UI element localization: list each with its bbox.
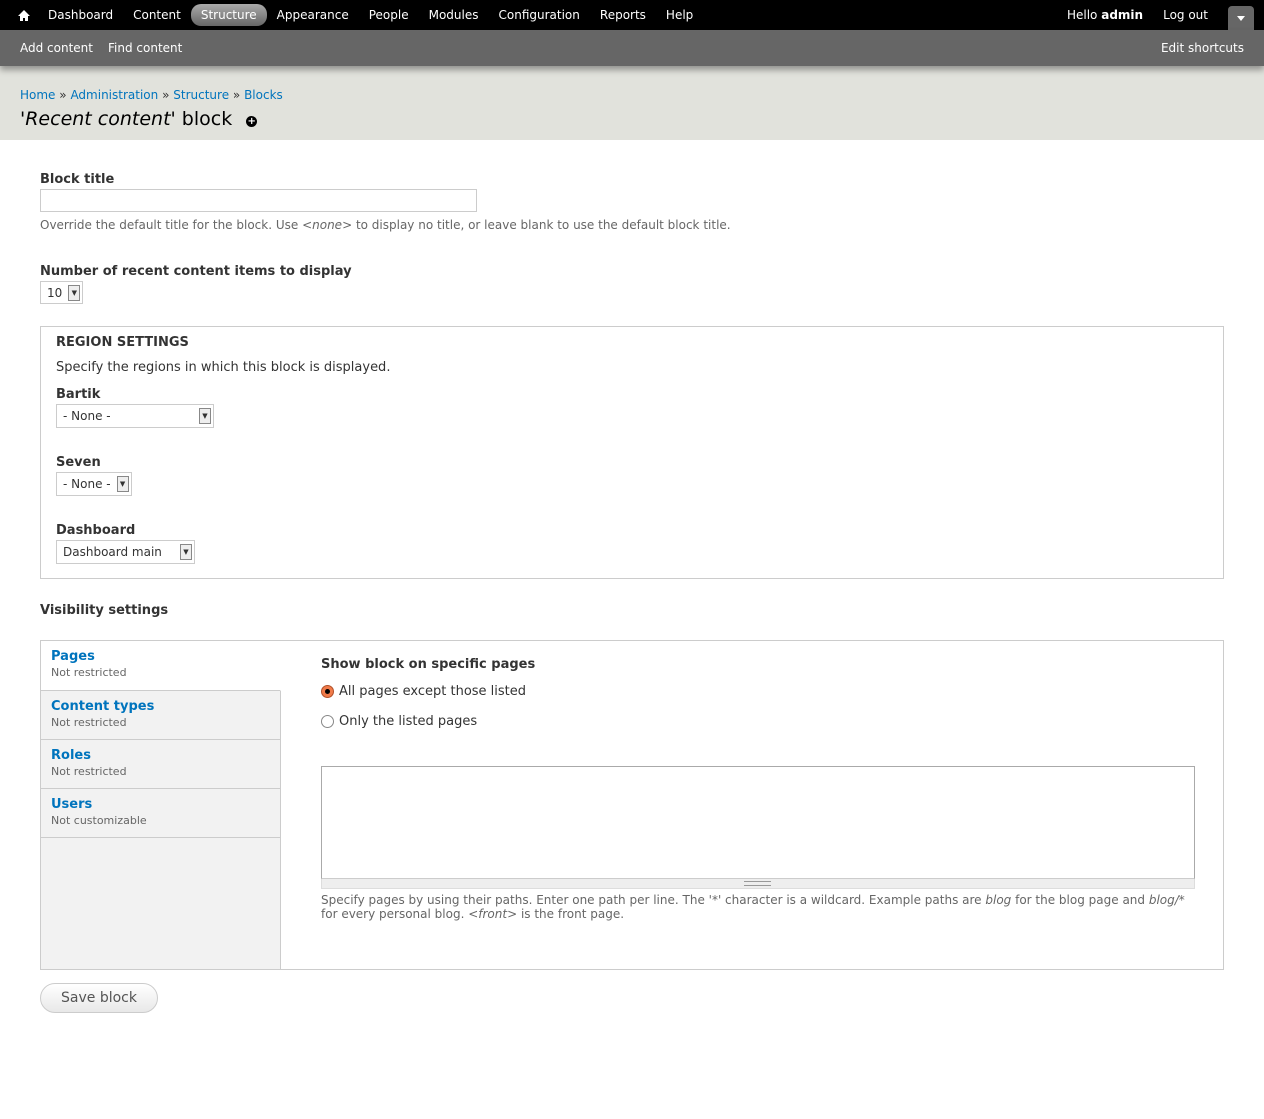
desc-em: <none> [302, 218, 353, 232]
pages-textarea[interactable] [321, 766, 1195, 879]
visibility-vertical-tabs: Pages Not restricted Content types Not res… [40, 640, 1224, 970]
toolbar-content[interactable]: Content [123, 4, 191, 26]
breadcrumb-home[interactable]: Home [20, 88, 55, 102]
edit-shortcuts-link[interactable]: Edit shortcuts [1161, 41, 1244, 55]
user-greeting: Hello admin [1067, 8, 1143, 22]
dashboard-region-select[interactable]: Dashboard main ▼ [56, 540, 195, 564]
seven-label: Seven [56, 455, 101, 470]
dashboard-value: Dashboard main [63, 545, 162, 559]
help-text: is the front page. [517, 907, 625, 921]
logout-link[interactable]: Log out [1163, 8, 1208, 22]
shortcut-add-content[interactable]: Add content [20, 41, 93, 55]
page-title: ' Recent content ' block + [20, 108, 1244, 130]
toolbar-people[interactable]: People [359, 4, 419, 26]
block-title-description: Override the default title for the block… [40, 218, 1224, 232]
tab-title: Users [51, 797, 93, 812]
tab-summary: Not restricted [51, 666, 127, 679]
shortcut-find-content[interactable]: Find content [108, 41, 182, 55]
shortcuts-toggle-button[interactable] [1228, 6, 1254, 30]
region-settings-legend: Region settings [56, 335, 189, 350]
bartik-value: - None - [63, 409, 111, 423]
radio-checked-icon [321, 684, 334, 698]
title-block-name: Recent content [25, 108, 171, 130]
tab-summary: Not restricted [51, 716, 127, 729]
dropdown-arrow-icon: ▼ [68, 284, 81, 301]
block-form: Block title Override the default title f… [0, 140, 1264, 1043]
chevron-down-icon [1237, 15, 1245, 21]
dropdown-arrow-icon: ▼ [199, 408, 211, 424]
toolbar-modules[interactable]: Modules [419, 4, 489, 26]
tab-content-types[interactable]: Content types Not restricted [41, 691, 280, 740]
admin-toolbar: Dashboard Content Structure Appearance P… [0, 0, 1264, 30]
region-settings-description: Specify the regions in which this block … [56, 360, 391, 375]
tab-users[interactable]: Users Not customizable [41, 789, 280, 838]
count-value: 10 [47, 285, 63, 300]
toolbar-configuration[interactable]: Configuration [489, 4, 590, 26]
pages-help-text: Specify pages by using their paths. Ente… [321, 893, 1195, 921]
home-icon[interactable] [14, 9, 34, 21]
toolbar-help[interactable]: Help [656, 4, 703, 26]
breadcrumb-separator: » [59, 88, 67, 102]
count-label: Number of recent content items to displa… [40, 264, 352, 279]
visibility-heading: Visibility settings [40, 603, 169, 618]
radio-all-except-listed[interactable]: All pages except those listed [321, 680, 1195, 702]
username-link[interactable]: admin [1101, 8, 1143, 22]
vertical-tab-list: Pages Not restricted Content types Not res… [41, 641, 281, 969]
save-block-button[interactable]: Save block [40, 983, 158, 1013]
tab-title: Roles [51, 748, 91, 763]
toolbar-dashboard[interactable]: Dashboard [38, 4, 123, 26]
page-header: Home » Administration » Structure » Bloc… [0, 66, 1264, 140]
help-em: <front> [468, 907, 518, 921]
toolbar-appearance[interactable]: Appearance [267, 4, 359, 26]
block-title-input[interactable] [40, 189, 477, 212]
help-text: for every personal blog. [321, 907, 469, 921]
toolbar-structure[interactable]: Structure [190, 4, 267, 26]
radio-only-listed[interactable]: Only the listed pages [321, 710, 1195, 732]
hello-text: Hello [1066, 8, 1098, 22]
breadcrumb-structure[interactable]: Structure [173, 88, 229, 102]
bartik-region-select[interactable]: - None - ▼ [56, 404, 214, 428]
tab-title: Content types [51, 699, 155, 714]
tab-pages[interactable]: Pages Not restricted [41, 641, 281, 691]
add-shortcut-icon[interactable]: + [246, 115, 258, 127]
help-text: for the blog page and [1011, 893, 1149, 907]
tab-title: Pages [51, 649, 95, 664]
tab-summary: Not restricted [51, 765, 127, 778]
dropdown-arrow-icon: ▼ [116, 476, 129, 492]
desc-text: Override the default title for the block… [40, 218, 303, 232]
radio-label: Only the listed pages [339, 713, 478, 729]
pages-pane: Show block on specific pages All pages e… [281, 641, 1223, 969]
region-settings-fieldset: Region settings Specify the regions in w… [40, 326, 1224, 579]
seven-region-select[interactable]: - None - ▼ [56, 472, 132, 496]
count-select[interactable]: 10 ▼ [40, 281, 84, 304]
breadcrumb-administration[interactable]: Administration [70, 88, 158, 102]
seven-value: - None - [63, 477, 111, 491]
desc-text: to display no title, or leave blank to u… [352, 218, 731, 232]
title-suffix: ' block [170, 108, 233, 130]
dashboard-label: Dashboard [56, 523, 136, 538]
bartik-label: Bartik [56, 387, 101, 402]
help-em: blog/* [1148, 893, 1185, 907]
breadcrumb-separator: » [162, 88, 170, 102]
help-em: blog [985, 893, 1012, 907]
breadcrumb-separator: » [232, 88, 241, 102]
textarea-resize-grip[interactable] [321, 879, 1195, 889]
tab-summary: Not customizable [51, 814, 147, 827]
help-text: Specify pages by using their paths. Ente… [321, 893, 986, 907]
dropdown-arrow-icon: ▼ [179, 544, 192, 560]
tab-roles[interactable]: Roles Not restricted [41, 740, 280, 789]
radio-unchecked-icon [321, 714, 334, 728]
pages-pane-title: Show block on specific pages [321, 657, 536, 672]
toolbar-reports[interactable]: Reports [590, 4, 656, 26]
shortcuts-bar: Add content Find content Edit shortcuts [0, 30, 1264, 66]
breadcrumb-blocks[interactable]: Blocks [244, 88, 283, 102]
radio-label: All pages except those listed [339, 683, 527, 699]
breadcrumb: Home » Administration » Structure » Bloc… [20, 88, 1244, 102]
block-title-label: Block title [40, 172, 115, 187]
